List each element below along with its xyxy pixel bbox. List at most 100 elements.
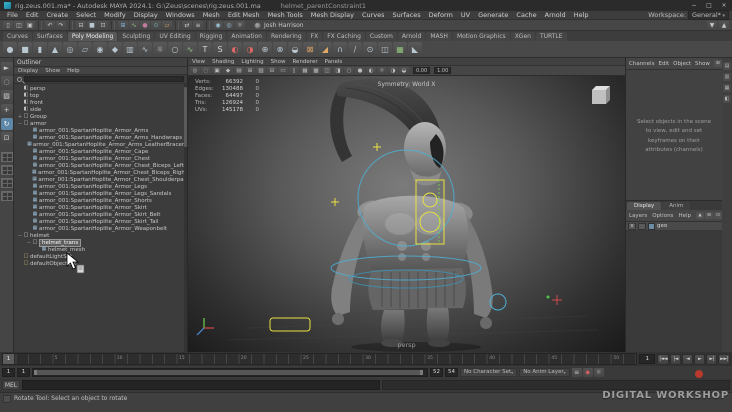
outliner-item[interactable]: − □ helmet_trans: [14, 238, 187, 247]
move-tool-icon[interactable]: +: [0, 104, 13, 116]
redo-icon[interactable]: ↷: [56, 20, 66, 30]
extrude-icon[interactable]: ⊠: [303, 42, 317, 56]
menu-item[interactable]: Mesh Tools: [264, 11, 307, 19]
channel-box-menu-item[interactable]: Edit: [658, 61, 669, 67]
outliner-item[interactable]: ▦ armor_001:SpartanHoplite_Armor_Chest: [14, 155, 187, 162]
render-current-frame-icon[interactable]: ◉: [213, 20, 223, 30]
poly-cylinder-icon[interactable]: ▮: [33, 42, 47, 56]
menu-item[interactable]: Generate: [474, 11, 512, 19]
layer-editor-tab[interactable]: Display: [627, 202, 662, 210]
auto-keyframe-icon[interactable]: ◆: [582, 367, 593, 377]
poly-type-icon[interactable]: T: [198, 42, 212, 56]
boolean-union-icon[interactable]: ◐: [228, 42, 242, 56]
current-time-field[interactable]: 1: [639, 354, 656, 364]
layout-four-view[interactable]: [0, 165, 13, 175]
field-chart-icon[interactable]: ▩: [311, 66, 321, 75]
menu-item[interactable]: Mesh Display: [307, 11, 358, 19]
shelf-tab[interactable]: Rigging: [195, 32, 227, 41]
menu-item[interactable]: Create: [42, 11, 72, 19]
minimize-button[interactable]: −: [690, 2, 698, 9]
view-axis-gizmo[interactable]: [196, 318, 214, 336]
outliner-item[interactable]: ▦ armor_001:SpartanHoplite_Armor_Arms: [14, 127, 187, 134]
view-cube-icon[interactable]: [592, 86, 610, 104]
sweep-mesh-icon[interactable]: ∿: [183, 42, 197, 56]
channel-box-menu-item[interactable]: Object: [673, 61, 691, 67]
outliner-item[interactable]: ▦ armor_001:SpartanHoplite_Armor_Skirt_T…: [14, 218, 187, 225]
outliner-item[interactable]: □ defaultObjectSet: [14, 260, 187, 267]
play-forward-button[interactable]: ►: [694, 353, 706, 365]
poly-cube-icon[interactable]: ■: [18, 42, 32, 56]
menu-item[interactable]: Arnold: [541, 11, 570, 19]
outliner-item[interactable]: ▦ armor_001:SpartanHoplite_Armor_Chest_S…: [14, 176, 187, 183]
menu-item[interactable]: Deform: [425, 11, 457, 19]
shelf-tab[interactable]: Rendering: [266, 32, 306, 41]
range-handle-start[interactable]: [34, 369, 37, 375]
grease-pencil-icon[interactable]: ▨: [256, 66, 266, 75]
layer-type-toggle[interactable]: [638, 222, 646, 230]
step-forward-key-button[interactable]: ►|: [706, 353, 718, 365]
viewport-3d-scene[interactable]: [188, 76, 625, 352]
rotate-tool-icon[interactable]: ↻: [0, 118, 13, 130]
foot-control[interactable]: [269, 317, 311, 332]
outliner-item[interactable]: ◧ persp: [14, 85, 187, 92]
show-manipulators-icon[interactable]: ⊞: [713, 60, 722, 67]
range-slider-track[interactable]: [32, 367, 428, 377]
gate-mask-icon[interactable]: ▦: [300, 66, 310, 75]
maximize-button[interactable]: □: [705, 2, 713, 9]
pivot-axis-marker[interactable]: [552, 295, 562, 305]
outliner-item[interactable]: ▦ armor_001:SpartanHoplite_Armor_Arms_Le…: [14, 141, 187, 148]
attribute-editor-tab-icon[interactable]: ▥: [723, 73, 731, 81]
undo-icon[interactable]: ↶: [45, 20, 55, 30]
select-component-icon[interactable]: ⊡: [98, 20, 108, 30]
poly-helix-icon[interactable]: ∿: [138, 42, 152, 56]
menu-item[interactable]: Cache: [512, 11, 540, 19]
poly-soccer-ball-icon[interactable]: ○: [168, 42, 182, 56]
quad-draw-icon[interactable]: ▦: [393, 42, 407, 56]
image-plane-icon[interactable]: ▤: [234, 66, 244, 75]
wireframe-icon[interactable]: ○: [344, 66, 354, 75]
shelf-tab[interactable]: FX: [306, 32, 323, 41]
menu-item[interactable]: Modify: [100, 11, 130, 19]
layer-editor-tab[interactable]: Anim: [662, 202, 691, 210]
mirror-icon[interactable]: ◫: [378, 42, 392, 56]
layer-color-swatch[interactable]: [648, 222, 655, 230]
open-scene-icon[interactable]: ◫: [14, 20, 24, 30]
paint-select-tool-icon[interactable]: ▨: [0, 90, 13, 102]
layout-persp-graph[interactable]: [0, 191, 13, 201]
scale-tool-icon[interactable]: ⊡: [0, 132, 13, 144]
textured-icon[interactable]: ◐: [366, 66, 376, 75]
boolean-difference-icon[interactable]: ◑: [243, 42, 257, 56]
poly-pipe-icon[interactable]: ▥: [123, 42, 137, 56]
viewport-canvas[interactable]: Verts: 66392 0 Edges: 130488 0 Faces: 64…: [188, 76, 625, 352]
close-button[interactable]: ×: [720, 2, 728, 9]
shelf-tab[interactable]: Arnold: [397, 32, 426, 41]
poly-plane-icon[interactable]: ▱: [78, 42, 92, 56]
construction-history-icon[interactable]: ≡: [193, 20, 203, 30]
svg-tool-icon[interactable]: S: [213, 42, 227, 56]
combine-icon[interactable]: ⊕: [258, 42, 272, 56]
viewport-menu-item[interactable]: Renderer: [292, 59, 317, 65]
scrollbar-thumb[interactable]: [184, 87, 187, 147]
shelf-tab[interactable]: Custom: [365, 32, 397, 41]
poly-sphere-icon[interactable]: ●: [3, 42, 17, 56]
workspace-value[interactable]: General*: [688, 10, 729, 20]
target-weld-icon[interactable]: ⊙: [363, 42, 377, 56]
workspace-selector[interactable]: Workspace: General*: [648, 10, 729, 20]
outliner-item[interactable]: ▦ armor_001:SpartanHoplite_Armor_Shorts: [14, 197, 187, 204]
viewport-menu-item[interactable]: Show: [271, 59, 286, 65]
display-layer-row[interactable]: V geo: [626, 222, 722, 231]
menu-item[interactable]: Windows: [162, 11, 199, 19]
animation-end-field[interactable]: 54: [445, 367, 458, 377]
outliner-item[interactable]: ▦ armor_001:SpartanHoplite_Armor_Weaponb…: [14, 225, 187, 232]
go-to-start-button[interactable]: |◄◄: [657, 353, 670, 365]
shelf-tab[interactable]: Motion Graphics: [452, 32, 510, 41]
shelf-tab[interactable]: Surfaces: [32, 32, 67, 41]
layer-menu-item[interactable]: Layers: [629, 213, 647, 219]
shadows-icon[interactable]: ◑: [388, 66, 398, 75]
menu-item[interactable]: Curves: [358, 11, 389, 19]
animation-preferences-icon[interactable]: ☼: [593, 367, 604, 377]
menu-item[interactable]: Help: [570, 11, 593, 19]
grid-icon[interactable]: ⊟: [267, 66, 277, 75]
menu-item[interactable]: Edit Mesh: [224, 11, 264, 19]
sign-in-options-icon[interactable]: ▼: [707, 20, 717, 30]
